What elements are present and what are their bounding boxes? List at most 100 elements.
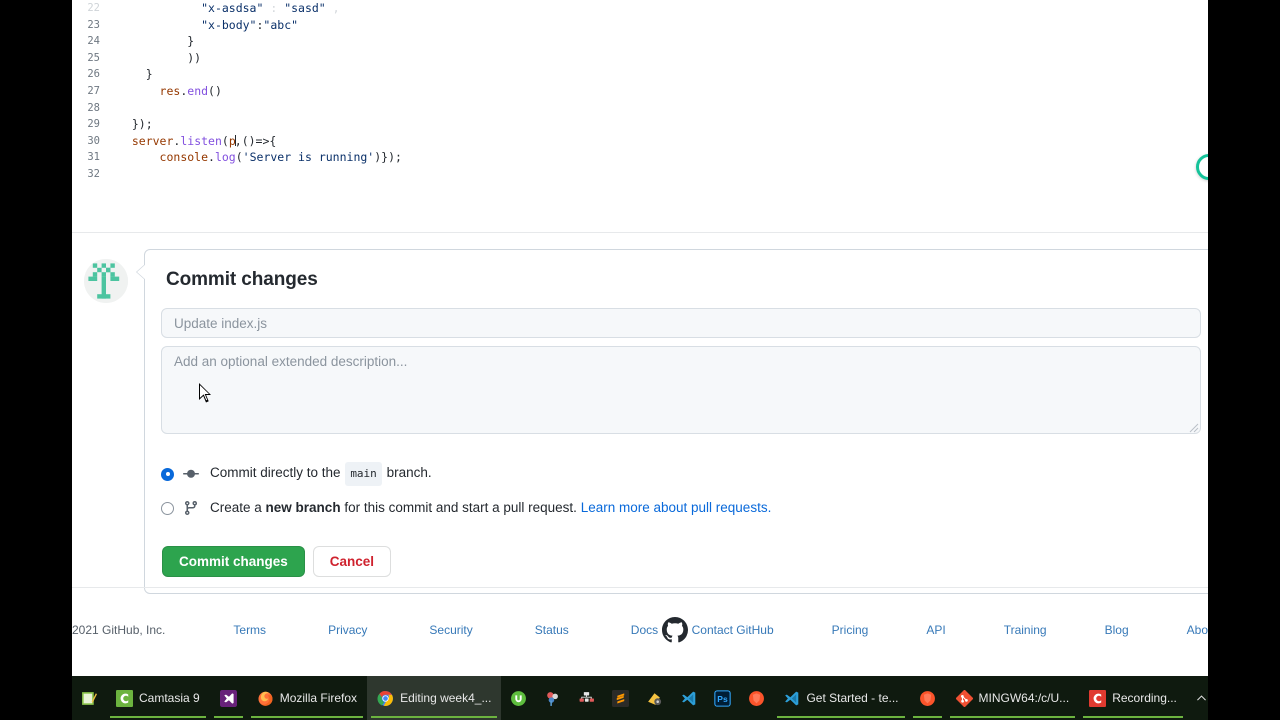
code-line[interactable]: 30 server.listen(p,()=>{ (72, 133, 1208, 150)
mouse-cursor (199, 383, 211, 403)
page-footer: 2021 GitHub, Inc. Terms Privacy Security St… (72, 587, 1208, 672)
code-line-content[interactable]: }); (116, 116, 1208, 133)
line-number: 23 (87, 18, 100, 31)
line-number: 27 (87, 84, 100, 97)
code-line-content[interactable]: } (116, 33, 1208, 50)
code-line-content[interactable]: res.end() (116, 83, 1208, 100)
photoshop-icon[interactable]: Ps (705, 676, 739, 720)
line-number: 24 (87, 35, 100, 48)
commit-target-options: Commit directly to the main branch. Crea… (161, 462, 1201, 518)
taskbar-task-mingw64-c-u[interactable]: MINGW64:/c/U... (946, 676, 1080, 720)
code-line[interactable]: 29 }); (72, 116, 1208, 133)
code-lines: 22 "x-asdsa" : "sasd" , 23 "x-body":"abc"… (72, 0, 1208, 183)
footer-link[interactable]: Abo (1187, 623, 1208, 637)
footer-link[interactable]: API (926, 623, 945, 637)
commit-description-textarea[interactable] (161, 346, 1201, 434)
code-line[interactable]: 27 res.end() (72, 83, 1208, 100)
create-branch-bold: new branch (265, 500, 341, 515)
cancel-button[interactable]: Cancel (312, 546, 392, 577)
taskbar-task-label: Get Started - te... (806, 691, 899, 705)
option-create-branch[interactable]: Create a new branch for this commit and … (161, 498, 1201, 518)
footer-copyright: 2021 GitHub, Inc. (72, 623, 166, 637)
taskbar-task-label: Recording... (1112, 691, 1177, 705)
firefox-icon (257, 690, 274, 707)
footer-link[interactable]: Docs (631, 623, 658, 637)
sublime-text-icon[interactable] (603, 676, 637, 720)
svg-text:Ps: Ps (717, 694, 728, 704)
github-mark-icon (661, 617, 688, 643)
taskbar-task-label: Editing week4_... (400, 691, 492, 705)
git-commit-icon (183, 466, 201, 482)
code-line-content[interactable] (116, 100, 1208, 117)
code-line-content[interactable]: } (116, 66, 1208, 83)
code-line-content[interactable]: server.listen(p,()=>{ (116, 133, 1208, 150)
code-line-content[interactable]: )) (116, 50, 1208, 67)
code-line[interactable]: 22 "x-asdsa" : "sasd" , (72, 0, 1208, 17)
line-number: 22 (87, 2, 100, 14)
xmind-icon[interactable] (569, 676, 603, 720)
taskbar-task-label: Mozilla Firefox (279, 691, 358, 705)
code-line-content[interactable]: console.log('Server is running')}); (116, 149, 1208, 166)
camtasia-recorder-icon (1089, 689, 1107, 707)
chrome-icon (377, 690, 394, 707)
option-commit-directly[interactable]: Commit directly to the main branch. (161, 462, 1201, 486)
option-commit-directly-label: Commit directly to the main branch. (210, 462, 432, 486)
git-branch-icon (183, 500, 201, 516)
commit-changes-button[interactable]: Commit changes (162, 546, 305, 577)
commit-changes-section: Commit changes Update index.js Add an op… (72, 232, 1208, 594)
taskbar-task-editing-week4[interactable]: Editing week4_... (367, 676, 502, 720)
branch-name-chip: main (345, 462, 382, 486)
commit-directly-prefix: Commit directly to the (210, 465, 341, 480)
code-line-content[interactable]: "x-asdsa" : "sasd" , (116, 0, 1208, 17)
radio-commit-directly[interactable] (161, 467, 174, 481)
line-number: 31 (87, 151, 100, 164)
vscode-icon (783, 690, 800, 707)
notepad-plus-plus-icon[interactable] (72, 676, 106, 720)
taskbar-task[interactable] (210, 676, 247, 720)
brave-icon[interactable] (739, 676, 773, 720)
code-line-content[interactable]: "x-body":"abc" (116, 17, 1208, 34)
taskbar-task-camtasia-9[interactable]: Camtasia 9 (106, 676, 210, 720)
taskbar-task-get-started-te[interactable]: Get Started - te... (773, 676, 908, 720)
footer-link[interactable]: Training (1004, 623, 1047, 637)
code-line[interactable]: 24 } (72, 33, 1208, 50)
taskbar-task[interactable] (909, 676, 946, 720)
taskbar-task-recording[interactable]: Recording... (1079, 676, 1187, 720)
identicon-graphic (84, 259, 128, 303)
line-number: 30 (87, 134, 100, 147)
utorrent-icon[interactable] (501, 676, 535, 720)
footer-link[interactable]: Pricing (832, 623, 869, 637)
code-editor[interactable]: 22 "x-asdsa" : "sasd" , 23 "x-body":"abc"… (72, 0, 1208, 232)
code-line-content[interactable] (116, 166, 1208, 183)
footer-link[interactable]: Contact GitHub (692, 623, 774, 637)
git-bash-icon (955, 689, 973, 707)
footer-left-links: 2021 GitHub, Inc. Terms Privacy Security St… (72, 623, 658, 637)
browser-content: 22 "x-asdsa" : "sasd" , 23 "x-body":"abc"… (72, 0, 1208, 676)
code-line[interactable]: 31 console.log('Server is running')}); (72, 149, 1208, 166)
paint-net-icon[interactable] (535, 676, 569, 720)
taskbar-task-label: Camtasia 9 (139, 691, 200, 705)
windows-taskbar[interactable]: Camtasia 9 Mozilla Firefox Editing week4_.… (72, 676, 1208, 720)
footer-right-links: Contact GitHub Pricing API Training Blog Abo (692, 623, 1208, 637)
commit-summary-input[interactable] (161, 308, 1201, 338)
footer-link[interactable]: Blog (1105, 623, 1129, 637)
commit-form-actions: Commit changes Cancel (162, 546, 1201, 577)
code-line[interactable]: 32 (72, 166, 1208, 183)
code-line[interactable]: 25 )) (72, 50, 1208, 67)
user-identicon-avatar[interactable] (84, 259, 128, 303)
pull-request-help-link[interactable]: Learn more about pull requests. (581, 500, 772, 515)
chevron-up-icon[interactable] (1187, 692, 1208, 705)
footer-link[interactable]: Security (429, 623, 472, 637)
code-line[interactable]: 28 (72, 100, 1208, 117)
footer-link[interactable]: Status (535, 623, 569, 637)
winrar-icon[interactable] (637, 676, 671, 720)
footer-link[interactable]: Terms (233, 623, 266, 637)
code-line[interactable]: 23 "x-body":"abc" (72, 17, 1208, 34)
line-number: 28 (87, 101, 100, 114)
vscode-icon[interactable] (671, 676, 705, 720)
radio-create-branch[interactable] (161, 501, 174, 515)
taskbar-task-mozilla-firefox[interactable]: Mozilla Firefox (247, 676, 367, 720)
create-branch-suffix: for this commit and start a pull request… (344, 500, 577, 515)
footer-link[interactable]: Privacy (328, 623, 367, 637)
code-line[interactable]: 26 } (72, 66, 1208, 83)
